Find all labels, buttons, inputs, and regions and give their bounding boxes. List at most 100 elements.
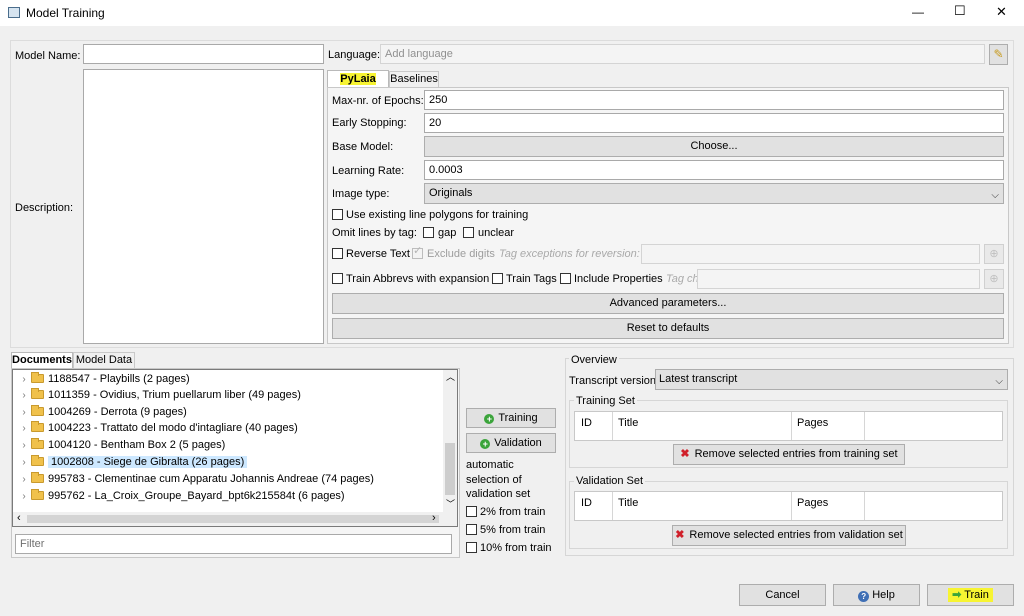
- description-label: Description:: [15, 202, 74, 214]
- filter-input[interactable]: Filter: [15, 534, 452, 554]
- image-type-select[interactable]: Originals ⌵: [424, 183, 1004, 204]
- gap-checkbox[interactable]: [423, 227, 434, 238]
- chevron-right-icon[interactable]: ›: [17, 489, 31, 505]
- minimize-icon[interactable]: —: [912, 5, 924, 19]
- chevron-right-icon[interactable]: ›: [17, 372, 31, 388]
- maximize-icon[interactable]: ☐: [954, 4, 966, 18]
- list-item[interactable]: › 1004120 - Bentham Box 2 (5 pages): [17, 437, 225, 453]
- auto-selection-line-3: validation set: [466, 488, 531, 500]
- list-item[interactable]: › 1002808 - Siege de Gibralta (26 pages): [17, 454, 248, 471]
- tab-pylaia-htr[interactable]: PyLaia HTR: [327, 70, 389, 101]
- checkmark-icon: ✓: [413, 245, 423, 257]
- include-properties-label: Include Properties: [574, 273, 663, 285]
- document-name: 1004120 - Bentham Box 2 (5 pages): [48, 439, 226, 451]
- train-tags-label: Train Tags: [506, 273, 557, 285]
- train-label: Train: [964, 589, 989, 601]
- folder-icon: [31, 455, 44, 466]
- documents-tree: › 1188547 - Playbills (2 pages) › 1011359 …: [12, 369, 458, 527]
- tag-choice-button[interactable]: ⊕: [984, 269, 1004, 289]
- exclude-digits-label: Exclude digits: [427, 248, 495, 260]
- list-item[interactable]: › 1011359 - Ovidius, Trium puellarum libe…: [17, 387, 301, 403]
- choose-base-model-button[interactable]: Choose...: [424, 136, 1004, 157]
- chevron-right-icon[interactable]: ›: [17, 388, 31, 404]
- list-item[interactable]: › 1004223 - Trattato del modo d'intagliar…: [17, 420, 298, 436]
- transcript-version-label: Transcript version: [569, 375, 657, 387]
- training-button[interactable]: + Training: [466, 408, 556, 428]
- validation-set-table[interactable]: ID Title Pages: [574, 491, 1003, 521]
- remove-training-button[interactable]: ✖ Remove selected entries from training s…: [673, 444, 905, 465]
- base-model-label: Base Model:: [332, 141, 394, 153]
- remove-validation-button[interactable]: ✖ Remove selected entries from validation…: [672, 525, 906, 546]
- language-input[interactable]: Add language: [380, 44, 985, 64]
- edit-language-button[interactable]: ✎: [989, 44, 1008, 65]
- reverse-text-label: Reverse Text: [346, 248, 410, 260]
- remove-training-label: Remove selected entries from training se…: [694, 448, 898, 460]
- learning-rate-input[interactable]: 0.0003: [424, 160, 1004, 180]
- unclear-checkbox[interactable]: [463, 227, 474, 238]
- tag-exceptions-button[interactable]: ⊕: [984, 244, 1004, 264]
- tag-exceptions-label: Tag exceptions for reversion:: [499, 248, 640, 260]
- include-properties-checkbox[interactable]: [560, 273, 571, 284]
- description-textarea[interactable]: [83, 69, 324, 344]
- train-tags-checkbox[interactable]: [492, 273, 503, 284]
- reverse-text-checkbox[interactable]: [332, 248, 343, 259]
- chevron-right-icon[interactable]: ›: [17, 455, 31, 471]
- list-item[interactable]: › 995783 - Clementinae cum Apparatu Johan…: [17, 471, 374, 487]
- horizontal-scrollbar[interactable]: ‹ ›: [13, 512, 457, 526]
- scroll-up-icon[interactable]: ︿: [446, 370, 455, 383]
- use-polygons-checkbox[interactable]: [332, 209, 343, 220]
- scrollbar-thumb[interactable]: [445, 443, 455, 495]
- chevron-right-icon[interactable]: ›: [17, 405, 31, 421]
- plus-icon: ⊕: [989, 248, 999, 260]
- col-divider: [791, 492, 792, 520]
- help-button[interactable]: ? Help: [833, 584, 920, 606]
- training-set-table[interactable]: ID Title Pages: [574, 411, 1003, 441]
- tab-baselines[interactable]: Baselines: [389, 71, 439, 88]
- pct10-label: 10% from train: [480, 542, 552, 554]
- tab-model-data[interactable]: Model Data: [73, 352, 135, 369]
- reset-defaults-button[interactable]: Reset to defaults: [332, 318, 1004, 339]
- help-icon: ?: [858, 591, 870, 602]
- scroll-left-icon[interactable]: ‹: [17, 512, 21, 524]
- auto-selection-line-1: automatic: [466, 459, 514, 471]
- advanced-parameters-button[interactable]: Advanced parameters...: [332, 293, 1004, 314]
- tag-exceptions-input[interactable]: [641, 244, 980, 264]
- tab-documents[interactable]: Documents: [11, 352, 73, 369]
- use-polygons-label: Use existing line polygons for training: [346, 209, 529, 221]
- train-abbrevs-label: Train Abbrevs with expansion: [346, 273, 490, 285]
- tab-documents-label: Documents: [12, 354, 72, 366]
- scroll-down-icon[interactable]: ﹀: [446, 497, 455, 510]
- cancel-button[interactable]: Cancel: [739, 584, 826, 606]
- chevron-right-icon[interactable]: ›: [17, 421, 31, 437]
- validation-button[interactable]: + Validation: [466, 433, 556, 453]
- h-scrollbar-thumb[interactable]: [27, 515, 439, 523]
- pct10-checkbox[interactable]: [466, 542, 477, 553]
- early-stopping-label: Early Stopping:: [332, 117, 407, 129]
- train-button[interactable]: ➡ Train: [927, 584, 1014, 606]
- train-highlight: ➡ Train: [948, 588, 993, 602]
- list-item[interactable]: › 995762 - La_Croix_Groupe_Bayard_bpt6k21…: [17, 488, 345, 504]
- vertical-scrollbar[interactable]: ︿ ﹀: [443, 370, 457, 512]
- train-abbrevs-checkbox[interactable]: [332, 273, 343, 284]
- close-icon[interactable]: ✕: [996, 5, 1007, 19]
- pct5-checkbox[interactable]: [466, 524, 477, 535]
- omit-lines-label: Omit lines by tag:: [332, 227, 417, 239]
- list-item[interactable]: › 1004269 - Derrota (9 pages): [17, 404, 187, 420]
- col-id-header: ID: [581, 497, 592, 509]
- model-name-input[interactable]: [83, 44, 324, 64]
- list-item[interactable]: › 1188547 - Playbills (2 pages): [17, 371, 190, 387]
- tag-choice-input[interactable]: [697, 269, 980, 289]
- add-icon: +: [480, 439, 491, 449]
- remove-icon: ✖: [675, 529, 685, 541]
- early-stopping-input[interactable]: 20: [424, 113, 1004, 133]
- chevron-right-icon[interactable]: ›: [17, 438, 31, 454]
- epochs-input[interactable]: 250: [424, 90, 1004, 110]
- chevron-down-icon: ⌵: [995, 376, 1003, 387]
- chevron-right-icon[interactable]: ›: [17, 472, 31, 488]
- transcript-version-select[interactable]: Latest transcript ⌵: [655, 369, 1008, 390]
- pct2-checkbox[interactable]: [466, 506, 477, 517]
- folder-icon: [31, 438, 44, 449]
- help-label: Help: [872, 589, 895, 601]
- scroll-right-icon[interactable]: ›: [432, 512, 436, 524]
- window-title: Model Training: [26, 6, 105, 20]
